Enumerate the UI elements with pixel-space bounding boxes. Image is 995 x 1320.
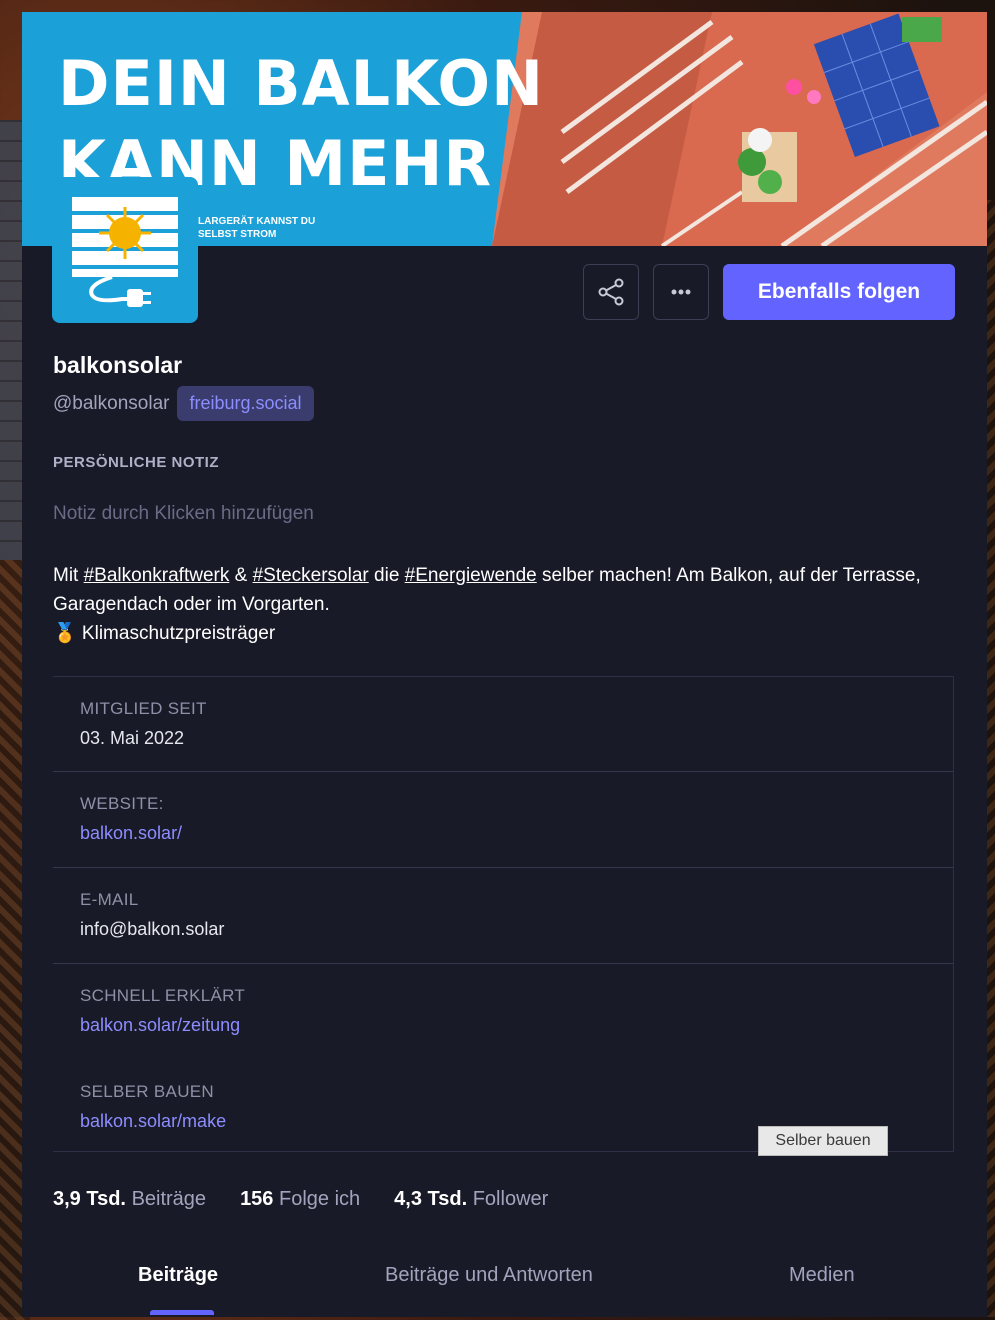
solar-plug-logo-icon	[72, 197, 178, 307]
field-label: E-MAIL	[80, 890, 139, 909]
hashtag-link[interactable]: #Steckersolar	[253, 565, 369, 586]
link-tooltip: Selber bauen	[758, 1126, 888, 1156]
field-email: E-MAIL info@balkon.solar	[53, 868, 953, 964]
bio-text: Mit	[53, 565, 84, 586]
bio-text: &	[229, 565, 253, 586]
bio-award-line: 🏅 Klimaschutzpreisträger	[53, 623, 276, 644]
email-value: info@balkon.solar	[80, 919, 225, 939]
website-link[interactable]: balkon.solar/	[80, 823, 953, 844]
field-value: 03. Mai 2022	[80, 728, 185, 748]
account-handle-row: @balkonsolar freiburg.social	[53, 386, 314, 421]
share-icon	[598, 278, 624, 306]
hashtag-link[interactable]: #Energiewende	[405, 565, 537, 586]
field-label: WEBSITE:	[80, 794, 164, 813]
profile-bio: Mit #Balkonkraftwerk & #Steckersolar die…	[53, 561, 958, 648]
display-name: balkonsolar	[53, 352, 183, 378]
field-label: MITGLIED SEIT	[80, 699, 207, 718]
profile-fields: MITGLIED SEIT 03. Mai 2022 WEBSITE: balk…	[53, 676, 954, 1152]
field-quick-explained: SCHNELL ERKLÄRT balkon.solar/zeitung	[53, 964, 953, 1060]
field-website: WEBSITE: balkon.solar/	[53, 772, 953, 868]
tab-posts[interactable]: Beiträge	[138, 1264, 218, 1287]
tab-media[interactable]: Medien	[789, 1264, 855, 1287]
bio-text: die	[368, 565, 405, 586]
domain-badge[interactable]: freiburg.social	[177, 386, 314, 421]
profile-actions: Ebenfalls folgen	[583, 264, 955, 320]
following-label: Folge ich	[279, 1188, 361, 1210]
field-label: SELBER BAUEN	[80, 1082, 214, 1101]
posts-count[interactable]: 3,9 Tsd. Beiträge	[53, 1188, 206, 1211]
hashtag-link[interactable]: #Balkonkraftwerk	[84, 565, 230, 586]
profile-card: DEIN BALKON KANN MEHR LARGERÄT KANNST DU…	[22, 12, 987, 1317]
field-member-since: MITGLIED SEIT 03. Mai 2022	[53, 677, 953, 772]
following-number: 156	[240, 1188, 274, 1210]
more-options-button[interactable]	[653, 264, 709, 320]
personal-note-label: PERSÖNLICHE NOTIZ	[53, 454, 220, 471]
account-handle: @balkonsolar	[53, 392, 170, 414]
avatar[interactable]	[52, 177, 198, 323]
active-tab-indicator	[150, 1310, 214, 1315]
field-label: SCHNELL ERKLÄRT	[80, 986, 246, 1005]
more-horizontal-icon	[671, 289, 691, 295]
zeitung-link[interactable]: balkon.solar/zeitung	[80, 1015, 953, 1036]
follow-button[interactable]: Ebenfalls folgen	[723, 264, 955, 320]
tab-posts-and-replies[interactable]: Beiträge und Antworten	[385, 1264, 593, 1287]
profile-stats: 3,9 Tsd. Beiträge 156 Folge ich 4,3 Tsd.…	[53, 1188, 548, 1211]
share-button[interactable]	[583, 264, 639, 320]
personal-note-input[interactable]: Notiz durch Klicken hinzufügen	[53, 503, 314, 525]
following-count[interactable]: 156 Folge ich	[240, 1188, 360, 1211]
followers-count[interactable]: 4,3 Tsd. Follower	[394, 1188, 548, 1211]
posts-number: 3,9 Tsd.	[53, 1188, 126, 1210]
posts-label: Beiträge	[131, 1188, 207, 1210]
banner-subtitle: LARGERÄT KANNST DU SELBST STROM	[198, 216, 316, 240]
followers-label: Follower	[472, 1188, 549, 1210]
followers-number: 4,3 Tsd.	[394, 1188, 468, 1210]
